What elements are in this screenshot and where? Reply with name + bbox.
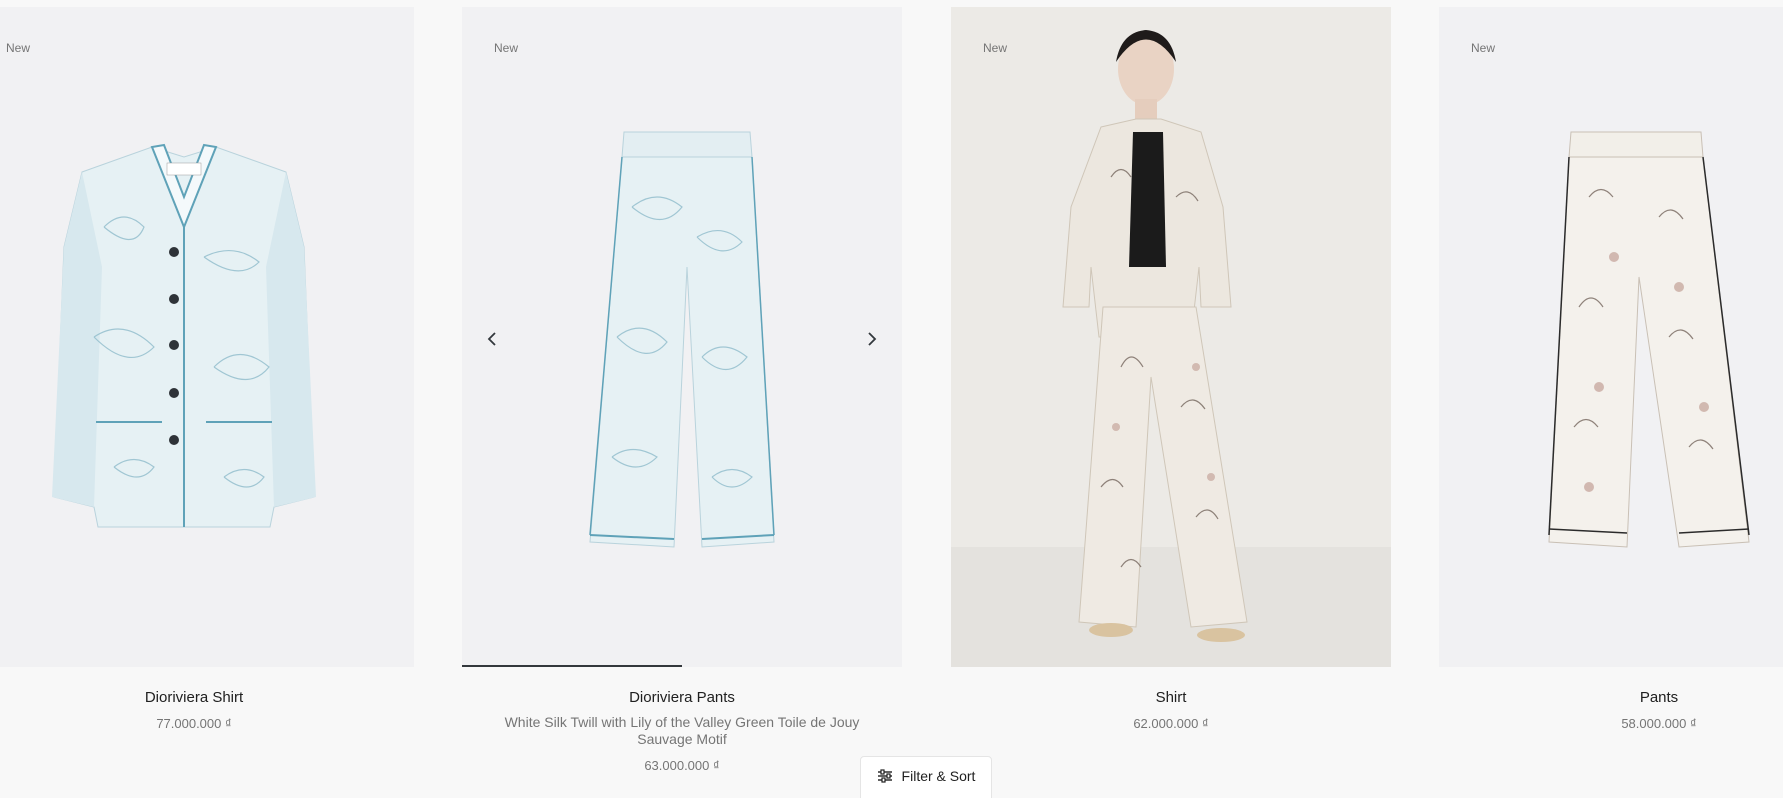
product-card-dioriviera-pants[interactable]: New Dioriviera Pants White Silk Twill wi… <box>462 7 902 798</box>
new-badge: New <box>1471 41 1496 55</box>
chevron-right-icon <box>868 332 877 346</box>
product-price: 77.000.000 ₫ <box>156 716 232 731</box>
product-name[interactable]: Shirt <box>951 689 1391 706</box>
product-image-carousel[interactable]: New <box>462 7 902 667</box>
product-image-container[interactable]: New <box>0 7 414 667</box>
product-info: Shirt 62.000.000 ₫ <box>951 667 1391 731</box>
toile-pants-image <box>589 131 775 548</box>
filter-sort-label: Filter & Sort <box>901 768 976 784</box>
new-badge: New <box>983 41 1008 55</box>
product-image-container[interactable]: New <box>1439 7 1783 667</box>
sliders-icon <box>877 769 892 783</box>
new-badge: New <box>494 41 519 55</box>
product-card-shirt[interactable]: New Shirt 62.000.000 ₫ <box>951 7 1391 798</box>
product-name[interactable]: Dioriviera Pants <box>462 689 902 706</box>
product-name[interactable]: Dioriviera Shirt <box>0 689 414 706</box>
product-price: 58.000.000 ₫ <box>1621 716 1697 731</box>
carousel-progress-bar <box>462 665 902 667</box>
chevron-left-icon <box>487 332 496 346</box>
product-description: White Silk Twill with Lily of the Valley… <box>504 714 860 747</box>
product-card-dioriviera-shirt[interactable]: New Dioriviera Shirt 77.000.000 ₫ <box>0 7 414 798</box>
product-card-pants[interactable]: New Pants 58.000.000 ₫ <box>1439 7 1783 798</box>
product-grid: New Dioriviera Shirt 77.000.000 ₫ New Di… <box>0 7 1783 798</box>
carousel-next-button[interactable] <box>858 325 886 353</box>
toile-shirt-image <box>52 143 316 528</box>
new-badge: New <box>6 41 31 55</box>
carousel-progress-fill <box>462 665 682 667</box>
product-info: Dioriviera Pants White Silk Twill with L… <box>462 667 902 773</box>
product-price: 62.000.000 ₫ <box>1133 716 1209 731</box>
product-info: Pants 58.000.000 ₫ <box>1439 667 1783 731</box>
floral-pants-image <box>1548 131 1750 548</box>
product-name[interactable]: Pants <box>1439 689 1783 706</box>
carousel-prev-button[interactable] <box>478 325 506 353</box>
product-image-container[interactable]: New <box>951 7 1391 667</box>
product-info: Dioriviera Shirt 77.000.000 ₫ <box>0 667 414 731</box>
product-price: 63.000.000 ₫ <box>644 758 720 773</box>
filter-sort-button[interactable]: Filter & Sort <box>860 756 992 798</box>
model-floral-pajama-image <box>951 30 1391 667</box>
product-grid-page: New Dioriviera Shirt 77.000.000 ₫ New Di… <box>0 0 1783 798</box>
